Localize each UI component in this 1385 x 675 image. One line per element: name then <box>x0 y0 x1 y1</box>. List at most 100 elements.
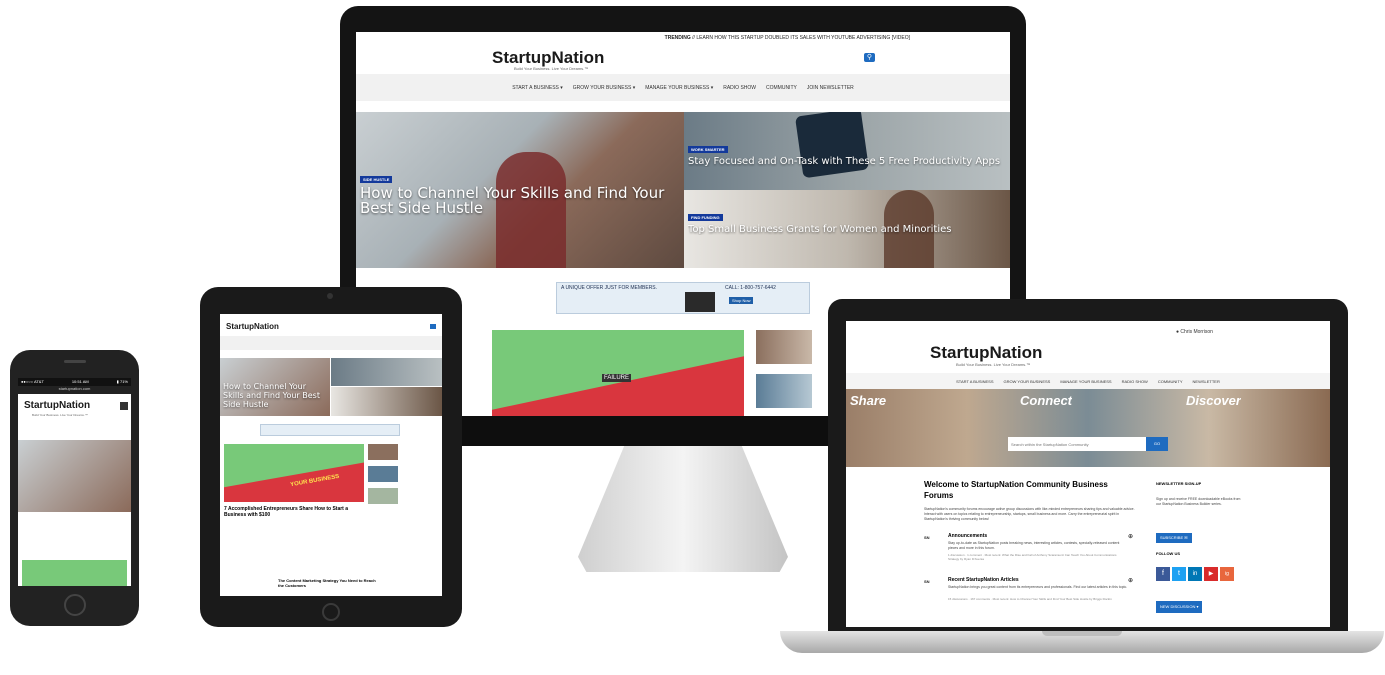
facebook-icon[interactable]: f <box>1156 567 1170 581</box>
tablet-hero-title[interactable]: How to Channel Your Skills and Find Your… <box>223 382 327 409</box>
laptop-logo[interactable]: StartupNation <box>930 343 1042 363</box>
trending-label: TRENDING <box>664 35 691 41</box>
site-tagline: Build Your Business. Live Your Dreams.™ <box>514 66 589 71</box>
laptop-nav-newsletter[interactable]: NEWSLETTER <box>1193 379 1220 384</box>
hero-main-card[interactable]: SIDE HUSTLE How to Channel Your Skills a… <box>356 112 684 268</box>
forum-desc: Stay up-to-date as StartupNation posts b… <box>948 541 1120 550</box>
laptop-nav-start[interactable]: START A BUSINESS <box>956 379 993 384</box>
tablet-logo[interactable]: StartupNation <box>226 322 279 331</box>
tablet-side-thumb-2[interactable] <box>368 466 398 482</box>
hero-word-discover: Discover <box>1186 393 1241 408</box>
card1-tag[interactable]: WORK SMARTER <box>688 146 728 153</box>
phone-featured-image[interactable] <box>22 560 127 586</box>
phone-home-button[interactable] <box>64 594 86 616</box>
forum-toggle-icon[interactable]: ⊕ <box>1128 533 1133 540</box>
tablet-article2-title[interactable]: The Content Marketing Strategy You Need … <box>278 578 378 588</box>
hero-card-2[interactable]: FIND FUNDING Top Small Business Grants f… <box>684 190 1010 268</box>
laptop-base <box>780 631 1384 653</box>
hurdle-label: FAILURE <box>602 374 632 382</box>
tablet-side-thumb-1[interactable] <box>368 444 398 460</box>
laptop-notch <box>1042 631 1122 636</box>
twitter-icon[interactable]: t <box>1172 567 1186 581</box>
nav-item-community[interactable]: COMMUNITY <box>766 85 797 91</box>
community-search-input[interactable] <box>1008 437 1146 451</box>
ad-shop-button[interactable]: Shop Now <box>729 297 754 304</box>
ad-headline: A UNIQUE OFFER JUST FOR MEMBERS. <box>561 285 658 291</box>
tablet-featured-image[interactable]: YOUR BUSINESS <box>224 444 364 502</box>
instagram-icon[interactable]: ig <box>1220 567 1234 581</box>
laptop-nav-manage[interactable]: MANAGE YOUR BUSINESS <box>1060 379 1111 384</box>
phone-url-bar[interactable]: startupnation.com <box>18 386 131 394</box>
forum-row-announcements[interactable]: SN Announcements Stay up-to-date as Star… <box>924 533 1136 573</box>
hero-word-connect: Connect <box>1020 393 1072 408</box>
forum-toggle-icon[interactable]: ⊕ <box>1128 577 1133 584</box>
laptop-nav-community[interactable]: COMMUNITY <box>1158 379 1183 384</box>
youtube-icon[interactable]: ▶ <box>1204 567 1218 581</box>
nav-item-newsletter[interactable]: JOIN NEWSLETTER <box>807 85 854 91</box>
tablet-camera <box>327 293 333 299</box>
tablet-article-title[interactable]: 7 Accomplished Entrepreneurs Share How t… <box>224 506 364 518</box>
tablet-device: StartupNation How to Channel Your Skills… <box>200 287 462 627</box>
community-search: GO <box>1008 437 1168 451</box>
forum-icon: SN <box>924 535 930 540</box>
tablet-home-button[interactable] <box>322 603 340 621</box>
hero-main-tag[interactable]: SIDE HUSTLE <box>360 176 393 183</box>
tablet-hero-main[interactable]: How to Channel Your Skills and Find Your… <box>220 358 330 416</box>
laptop-nav-radio[interactable]: RADIO SHOW <box>1122 379 1148 384</box>
tablet-side-thumb-3[interactable] <box>368 488 398 504</box>
hero-main-title[interactable]: How to Channel Your Skills and Find Your… <box>360 186 678 216</box>
phone-menu-icon[interactable] <box>120 402 128 410</box>
laptop-user-menu[interactable]: ● Chris Morrison <box>1176 329 1213 335</box>
ad-banner[interactable]: A UNIQUE OFFER JUST FOR MEMBERS. CALL: 1… <box>556 282 810 314</box>
trending-bar: TRENDING // LEARN HOW THIS STARTUP DOUBL… <box>356 32 1010 44</box>
nav-item-start[interactable]: START A BUSINESS ▾ <box>512 85 563 91</box>
tablet-card-2[interactable] <box>331 387 442 416</box>
newsletter-heading: NEWSLETTER SIGN-UP <box>1156 481 1202 486</box>
tablet-ad[interactable] <box>260 424 400 436</box>
side-thumb-1[interactable] <box>756 330 812 364</box>
forum-meta: 1 discussion · 1 comment · Most recent: … <box>948 553 1117 561</box>
card2-tag[interactable]: FIND FUNDING <box>688 214 723 221</box>
welcome-text: StartupNation's community forums encoura… <box>924 507 1135 521</box>
phone-time: 10:51 AM <box>71 379 89 384</box>
laptop-screen: ● Chris Morrison StartupNation Build You… <box>846 321 1330 627</box>
forum-meta: 15 discussions · 167 comments · Most rec… <box>948 597 1112 601</box>
laptop-nav-grow[interactable]: GROW YOUR BUSINESS <box>1004 379 1051 384</box>
linkedin-icon[interactable]: in <box>1188 567 1202 581</box>
laptop-nav: START A BUSINESS GROW YOUR BUSINESS MANA… <box>846 373 1330 389</box>
phone-hero[interactable] <box>18 440 131 512</box>
card1-title[interactable]: Stay Focused and On-Task with These 5 Fr… <box>688 156 1006 167</box>
forum-title[interactable]: Recent StartupNation Articles <box>948 577 1019 583</box>
ad-computer-image <box>685 292 715 312</box>
nav-item-manage[interactable]: MANAGE YOUR BUSINESS ▾ <box>645 85 713 91</box>
phone-device: ●●○○○ AT&T 10:51 AM ▮ 71% startupnation.… <box>10 350 139 626</box>
card2-title[interactable]: Top Small Business Grants for Women and … <box>688 224 1006 235</box>
phone-screen: ●●○○○ AT&T 10:51 AM ▮ 71% startupnation.… <box>18 378 131 586</box>
phone-logo[interactable]: StartupNation <box>24 400 90 411</box>
tablet-card-1[interactable] <box>331 358 442 386</box>
main-nav: START A BUSINESS ▾ GROW YOUR BUSINESS ▾ … <box>356 74 1010 101</box>
phone-battery: ▮ 71% <box>116 379 128 384</box>
featured-article-image[interactable]: FAILURE <box>492 330 744 416</box>
nav-item-radio[interactable]: RADIO SHOW <box>723 85 756 91</box>
trending-link[interactable]: // LEARN HOW THIS STARTUP DOUBLED ITS SA… <box>692 35 910 41</box>
forum-title[interactable]: Announcements <box>948 533 987 539</box>
subscribe-button[interactable]: SUBSCRIBE ✉ <box>1156 533 1192 543</box>
user-avatar-icon: ● <box>1176 329 1180 335</box>
forum-row-articles[interactable]: SN Recent StartupNation Articles Startup… <box>924 577 1136 621</box>
search-icon: ⚲ <box>866 54 873 61</box>
phone-status-bar: ●●○○○ AT&T 10:51 AM ▮ 71% <box>18 378 131 386</box>
community-search-button[interactable]: GO <box>1146 437 1168 451</box>
search-button[interactable]: ⚲ <box>864 53 875 62</box>
hero-card-1[interactable]: WORK SMARTER Stay Focused and On-Task wi… <box>684 112 1010 190</box>
hero-word-share: Share <box>850 393 887 408</box>
social-icons: f t in ▶ ig <box>1156 567 1234 581</box>
tablet-nav <box>220 336 442 350</box>
user-name[interactable]: Chris Morrison <box>1180 329 1213 335</box>
site-logo[interactable]: StartupNation <box>492 48 604 68</box>
phone-tagline: Build Your Business. Live Your Dreams.™ <box>32 413 88 417</box>
side-thumb-2[interactable] <box>756 374 812 408</box>
new-discussion-button[interactable]: NEW DISCUSSION ▾ <box>1156 601 1203 613</box>
tablet-search-icon[interactable] <box>430 324 436 329</box>
nav-item-grow[interactable]: GROW YOUR BUSINESS ▾ <box>573 85 635 91</box>
